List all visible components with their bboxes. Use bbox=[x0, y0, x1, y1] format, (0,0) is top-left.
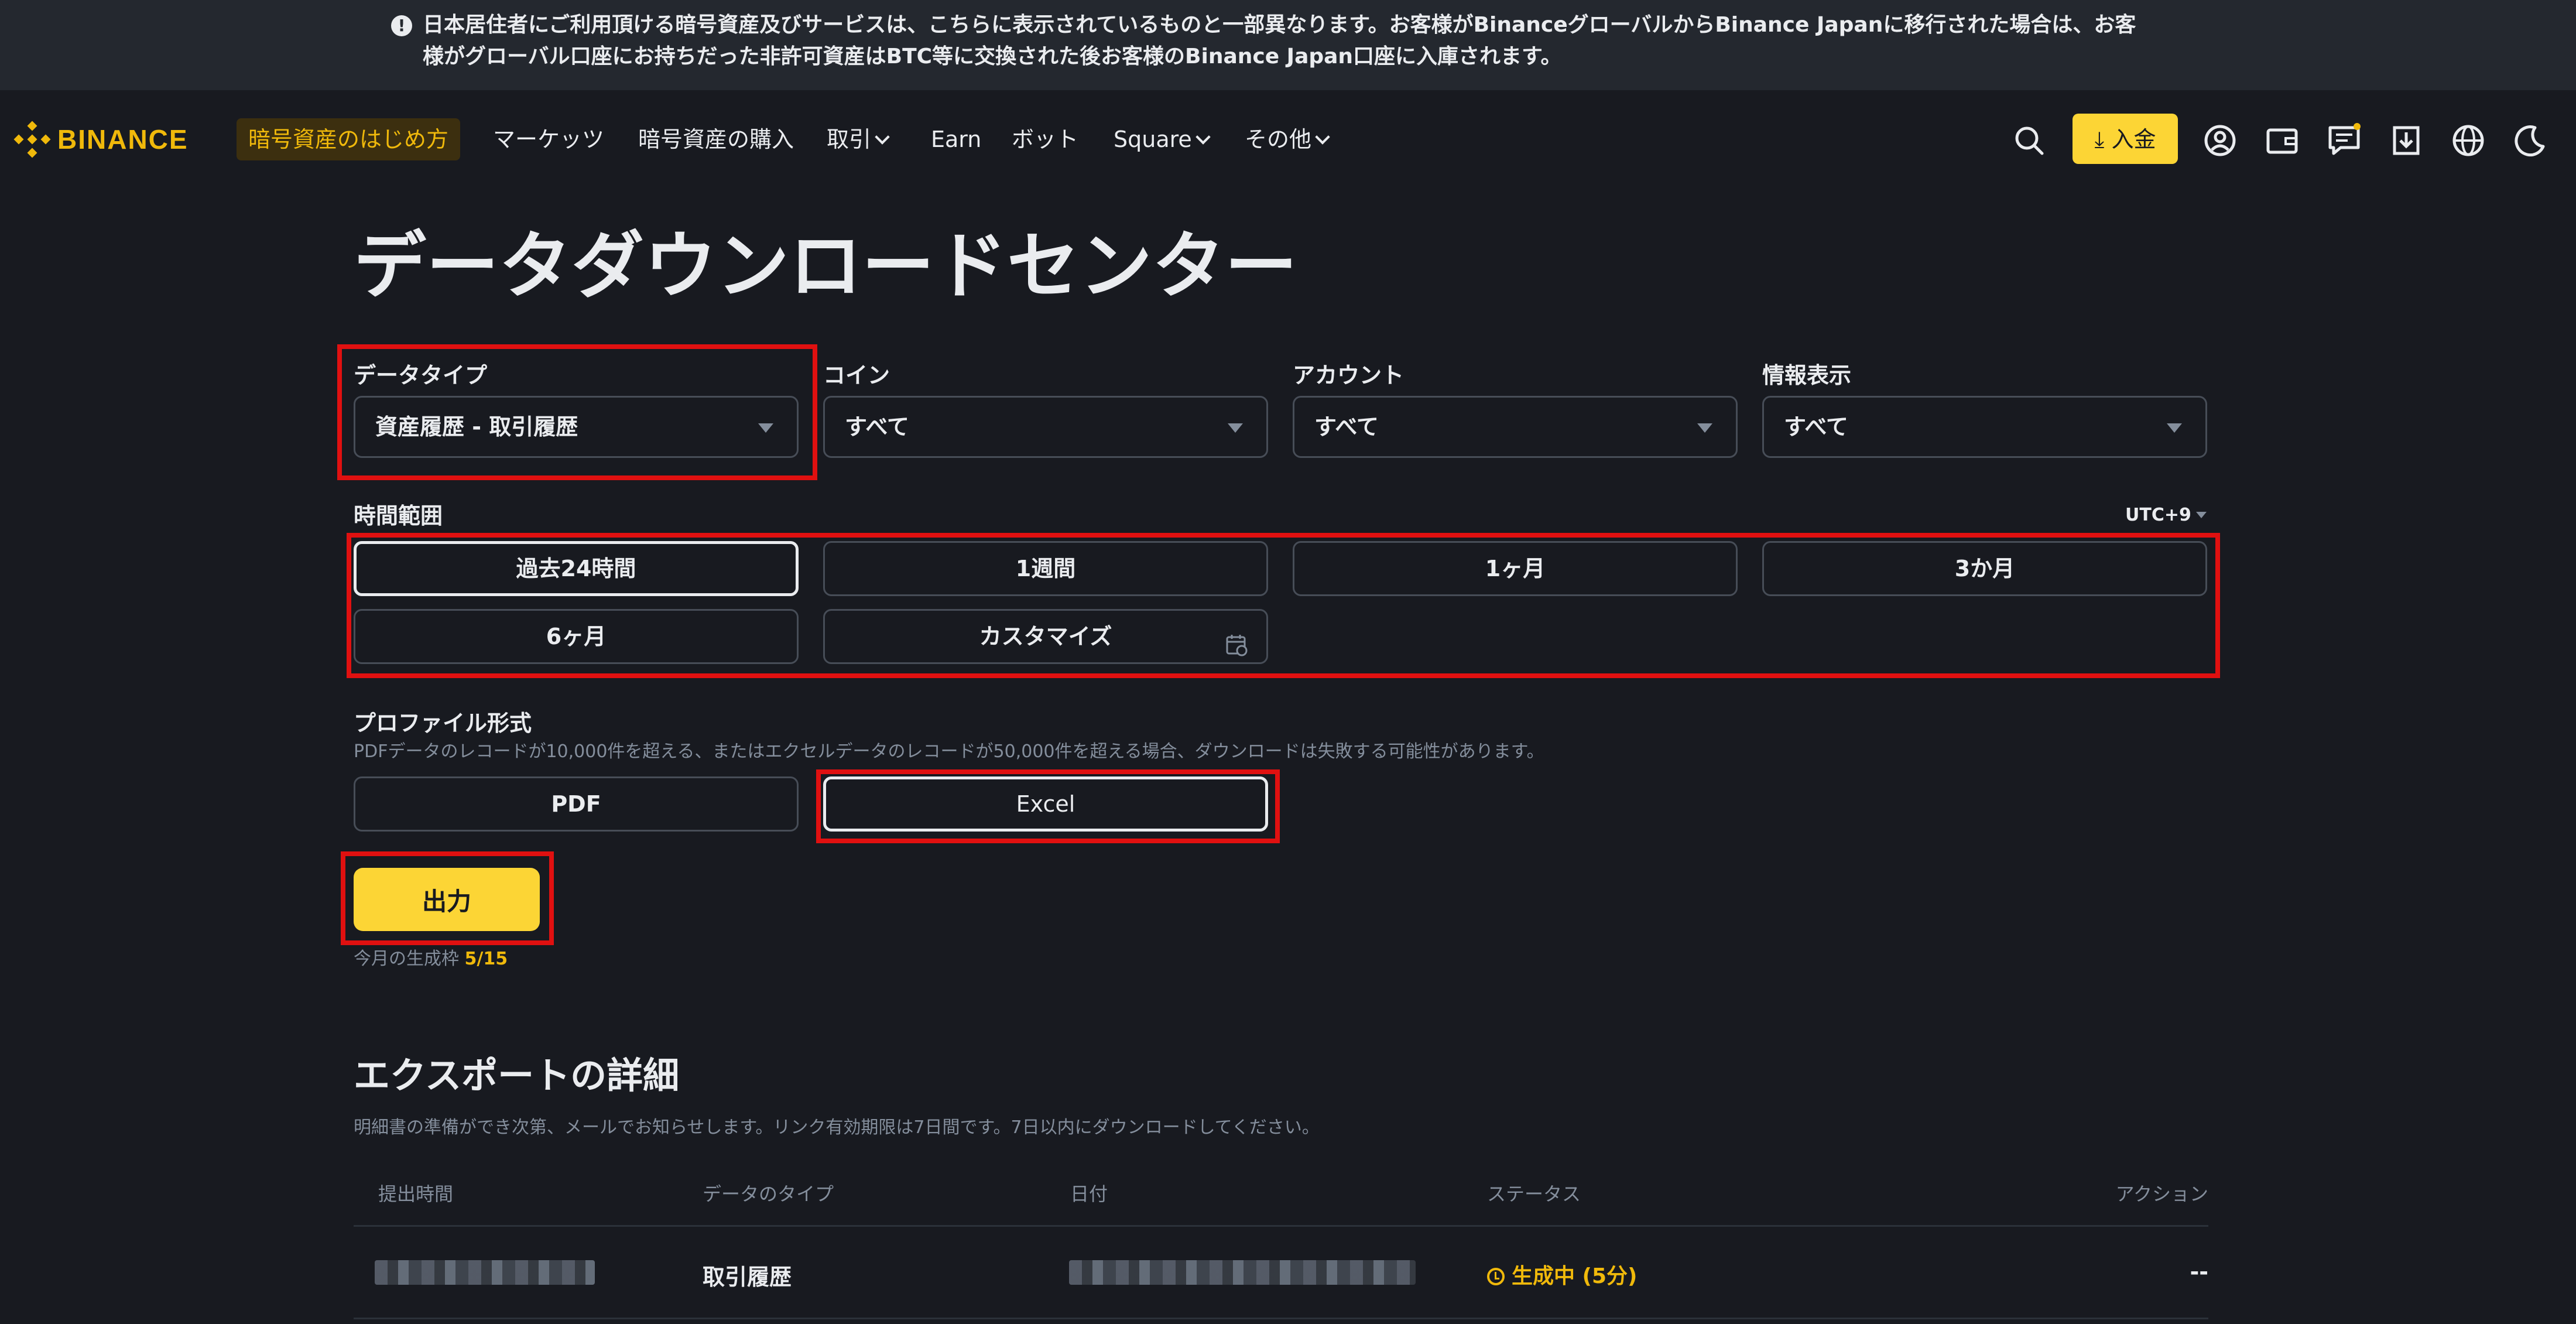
chevron-down-icon bbox=[1315, 129, 1330, 145]
row-data-type: 取引履歴 bbox=[703, 1264, 792, 1290]
annotation-box-data-type bbox=[337, 344, 817, 480]
notice-banner: ! 日本居住者にご利用頂ける暗号資産及びサービスは、こちらに表示されているものと… bbox=[0, 0, 2576, 90]
annotation-box-time-range bbox=[347, 533, 2220, 678]
binance-logo-icon bbox=[13, 120, 52, 159]
nav-markets[interactable]: マーケッツ bbox=[493, 119, 604, 159]
column-status: ステータス bbox=[1487, 1183, 1581, 1205]
timezone-select[interactable]: UTC+9 bbox=[2125, 505, 2207, 525]
nav-earn[interactable]: Earn bbox=[931, 119, 981, 159]
info-display-value: すべて bbox=[1784, 414, 1848, 440]
nav-square-label: Square bbox=[1114, 126, 1192, 152]
row-status-text: 生成中 (5分) bbox=[1512, 1264, 1638, 1288]
wallet-icon[interactable] bbox=[2265, 123, 2300, 158]
nav-more-label: その他 bbox=[1245, 126, 1312, 152]
redacted-date bbox=[1069, 1260, 1416, 1285]
chevron-down-icon bbox=[1195, 129, 1211, 145]
nav-trade-label: 取引 bbox=[827, 126, 872, 152]
row-status: 生成中 (5分) bbox=[1487, 1259, 1638, 1289]
time-range-label: 時間範囲 bbox=[354, 503, 443, 529]
deposit-label: 入金 bbox=[2111, 126, 2156, 152]
account-icon[interactable] bbox=[2202, 123, 2238, 158]
format-pdf-button[interactable]: PDF bbox=[354, 776, 799, 832]
export-details-description: 明細書の準備ができ次第、メールでお知らせします。リンク有効期限は7日間です。7日… bbox=[354, 1117, 1320, 1138]
redacted-submitted-time bbox=[375, 1260, 595, 1285]
account-select[interactable]: すべて bbox=[1293, 396, 1738, 458]
nav-bot[interactable]: ボット bbox=[1012, 119, 1078, 159]
annotation-box-export bbox=[341, 851, 554, 945]
column-data-type: データのタイプ bbox=[703, 1183, 834, 1205]
nav-square[interactable]: Square bbox=[1114, 119, 1211, 159]
notice-text: 日本居住者にご利用頂ける暗号資産及びサービスは、こちらに表示されているものと一部… bbox=[423, 13, 2136, 69]
column-submitted-time: 提出時間 bbox=[378, 1183, 454, 1205]
binance-logo[interactable]: BINANCE bbox=[13, 115, 189, 164]
nav-trade[interactable]: 取引 bbox=[827, 119, 890, 159]
caret-down-icon bbox=[1228, 423, 1243, 433]
monthly-quota: 今月の生成枠 5/15 bbox=[354, 944, 508, 970]
dark-mode-icon[interactable] bbox=[2512, 123, 2547, 158]
download-arrow-icon: ⤓ bbox=[2094, 126, 2112, 152]
column-date: 日付 bbox=[1070, 1183, 1108, 1205]
chevron-down-icon bbox=[875, 129, 890, 145]
info-icon: ! bbox=[391, 15, 412, 36]
info-display-select[interactable]: すべて bbox=[1762, 396, 2207, 458]
annotation-box-excel bbox=[816, 769, 1280, 843]
caret-down-icon bbox=[2195, 512, 2207, 518]
account-value: すべて bbox=[1314, 414, 1379, 440]
export-details-title: エクスポートの詳細 bbox=[354, 1054, 680, 1097]
file-format-hint: PDFデータのレコードが10,000件を超える、またはエクセルデータのレコードが… bbox=[354, 741, 1544, 762]
caret-down-icon bbox=[2167, 423, 2182, 433]
logo-text: BINANCE bbox=[57, 124, 189, 155]
info-display-label: 情報表示 bbox=[1762, 362, 1852, 388]
coin-value: すべて bbox=[845, 414, 909, 440]
caret-down-icon bbox=[1697, 423, 1712, 433]
nav-more[interactable]: その他 bbox=[1245, 119, 1330, 159]
timezone-value: UTC+9 bbox=[2125, 505, 2191, 525]
page-title: データダウンロードセンター bbox=[354, 224, 1298, 309]
row-action: -- bbox=[2190, 1259, 2208, 1285]
table-divider bbox=[354, 1318, 2208, 1319]
file-format-label: プロファイル形式 bbox=[354, 710, 532, 736]
quota-value: 5/15 bbox=[464, 949, 508, 969]
globe-icon[interactable] bbox=[2451, 123, 2486, 158]
messages-icon[interactable] bbox=[2327, 123, 2362, 158]
clock-icon bbox=[1487, 1268, 1505, 1285]
column-action: アクション bbox=[2115, 1183, 2208, 1205]
search-icon[interactable] bbox=[2012, 123, 2047, 158]
account-label: アカウント bbox=[1293, 362, 1405, 388]
download-app-icon[interactable] bbox=[2389, 123, 2424, 158]
nav-buy-crypto[interactable]: 暗号資産の購入 bbox=[638, 119, 794, 159]
quota-label: 今月の生成枠 bbox=[354, 949, 459, 969]
deposit-button[interactable]: ⤓ 入金 bbox=[2073, 114, 2178, 164]
top-nav: BINANCE 暗号資産のはじめ方 マーケッツ 暗号資産の購入 取引 Earn … bbox=[0, 90, 2576, 190]
table-divider bbox=[354, 1225, 2208, 1227]
nav-getting-started[interactable]: 暗号資産のはじめ方 bbox=[237, 118, 461, 160]
coin-select[interactable]: すべて bbox=[823, 396, 1268, 458]
coin-label: コイン bbox=[823, 362, 890, 388]
